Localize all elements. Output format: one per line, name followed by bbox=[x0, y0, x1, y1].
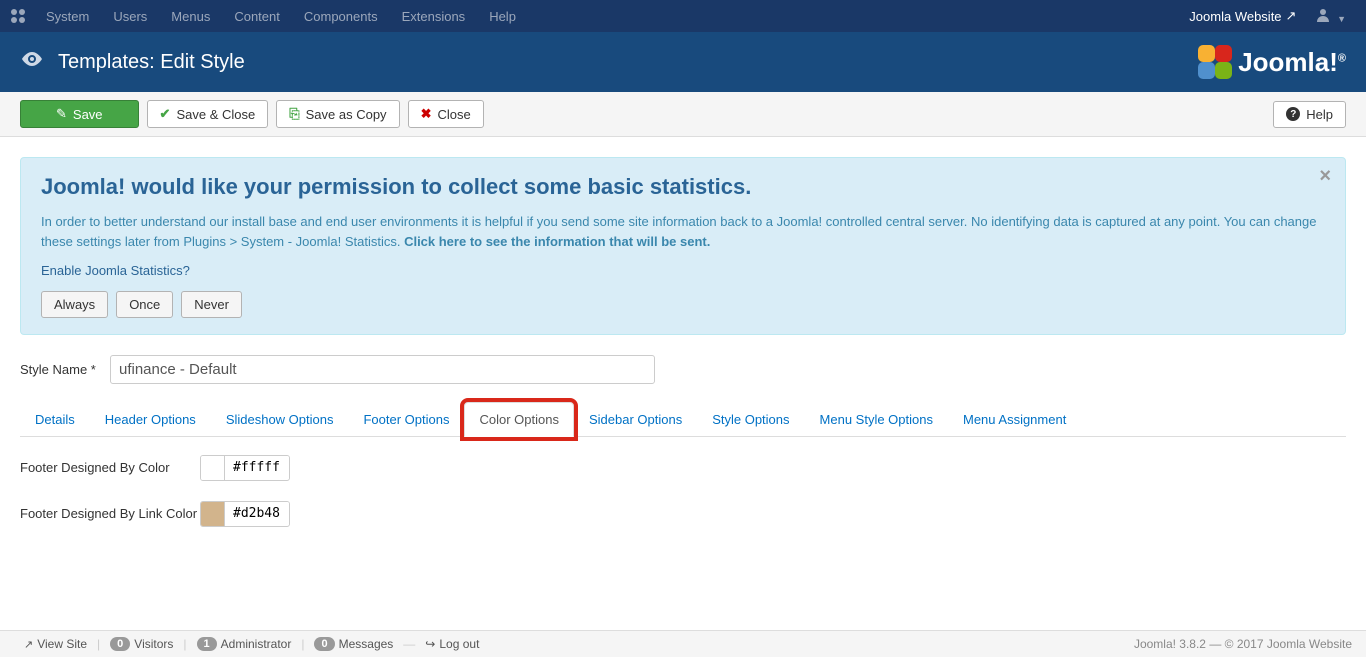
chevron-down-icon: ▼ bbox=[1337, 14, 1346, 24]
stats-once-button[interactable]: Once bbox=[116, 291, 173, 318]
toolbar: ✎ Save ✔ Save & Close ⎘ Save as Copy ✖ C… bbox=[0, 92, 1366, 137]
alert-enable-link[interactable]: Enable Joomla Statistics? bbox=[41, 261, 1325, 281]
close-icon: ✖ bbox=[421, 106, 432, 122]
external-link-icon bbox=[24, 637, 33, 651]
color-swatch[interactable] bbox=[201, 456, 225, 480]
copy-icon: ⎘ bbox=[289, 106, 299, 122]
tab-color-options[interactable]: Color Options bbox=[464, 402, 573, 437]
logout-link[interactable]: Log out bbox=[415, 637, 489, 651]
top-menu: System Users Menus Content Components Ex… bbox=[0, 0, 1366, 32]
footer-designed-by-link-color-label: Footer Designed By Link Color bbox=[20, 501, 200, 521]
footer-designed-by-color-label: Footer Designed By Color bbox=[20, 455, 200, 475]
eye-icon bbox=[20, 47, 44, 77]
save-copy-button[interactable]: ⎘ Save as Copy bbox=[276, 100, 399, 128]
save-button[interactable]: ✎ Save bbox=[20, 100, 139, 128]
admin-badge: 1 bbox=[197, 637, 217, 651]
page-title: Templates: Edit Style bbox=[58, 51, 245, 74]
tab-menu-assignment[interactable]: Menu Assignment bbox=[948, 402, 1081, 437]
tab-sidebar-options[interactable]: Sidebar Options bbox=[574, 402, 697, 437]
color-text-input[interactable] bbox=[225, 456, 289, 479]
joomla-icon bbox=[10, 8, 26, 24]
joomla-logo: Joomla!® bbox=[1198, 45, 1346, 79]
tab-details[interactable]: Details bbox=[20, 402, 90, 437]
alert-body: In order to better understand our instal… bbox=[41, 212, 1325, 251]
tab-menu-style-options[interactable]: Menu Style Options bbox=[805, 402, 948, 437]
messages-link[interactable]: 0 Messages bbox=[304, 637, 403, 651]
footer-designed-by-link-color-input[interactable] bbox=[200, 501, 290, 527]
menu-extensions[interactable]: Extensions bbox=[390, 0, 478, 32]
save-close-button[interactable]: ✔ Save & Close bbox=[147, 100, 269, 128]
stats-never-button[interactable]: Never bbox=[181, 291, 242, 318]
menu-users[interactable]: Users bbox=[101, 0, 159, 32]
tab-header-options[interactable]: Header Options bbox=[90, 402, 211, 437]
style-name-row: Style Name * bbox=[20, 355, 1346, 384]
tab-slideshow-options[interactable]: Slideshow Options bbox=[211, 402, 349, 437]
menu-system[interactable]: System bbox=[34, 0, 101, 32]
site-link[interactable]: Joomla Website ↗ bbox=[1179, 8, 1306, 24]
footer-designed-by-color-row: Footer Designed By Color bbox=[20, 455, 1346, 481]
alert-heading: Joomla! would like your permission to co… bbox=[41, 174, 1325, 200]
external-link-icon: ↗ bbox=[1286, 8, 1297, 24]
alert-body-link[interactable]: Click here to see the information that w… bbox=[404, 234, 710, 249]
messages-badge: 0 bbox=[314, 637, 334, 651]
footer-designed-by-link-color-row: Footer Designed By Link Color bbox=[20, 501, 1346, 527]
joomla-logo-icon bbox=[1198, 45, 1232, 79]
tab-footer-options[interactable]: Footer Options bbox=[348, 402, 464, 437]
menu-help[interactable]: Help bbox=[477, 0, 528, 32]
color-text-input[interactable] bbox=[225, 502, 289, 525]
menu-content[interactable]: Content bbox=[222, 0, 292, 32]
visitors-link[interactable]: 0 Visitors bbox=[100, 637, 183, 651]
alert-close-icon[interactable]: × bbox=[1319, 166, 1331, 186]
view-site-link[interactable]: View Site bbox=[14, 637, 97, 651]
header-bar: Templates: Edit Style Joomla!® bbox=[0, 32, 1366, 92]
question-icon: ? bbox=[1286, 107, 1300, 121]
tab-style-options[interactable]: Style Options bbox=[697, 402, 804, 437]
content-area: × Joomla! would like your permission to … bbox=[0, 137, 1366, 567]
style-name-label: Style Name * bbox=[20, 362, 110, 377]
menu-components[interactable]: Components bbox=[292, 0, 390, 32]
user-menu[interactable]: ▼ bbox=[1306, 8, 1356, 25]
stats-always-button[interactable]: Always bbox=[41, 291, 108, 318]
site-link-label: Joomla Website bbox=[1189, 9, 1281, 24]
style-name-input[interactable] bbox=[110, 355, 655, 384]
footer-version: Joomla! 3.8.2 — © 2017 Joomla Website bbox=[1134, 637, 1352, 651]
admin-footer: View Site | 0 Visitors | 1 Administrator… bbox=[0, 630, 1366, 657]
help-button[interactable]: ? Help bbox=[1273, 101, 1346, 128]
stats-alert: × Joomla! would like your permission to … bbox=[20, 157, 1346, 335]
menu-menus[interactable]: Menus bbox=[159, 0, 222, 32]
close-button[interactable]: ✖ Close bbox=[408, 100, 484, 128]
tabs: Details Header Options Slideshow Options… bbox=[20, 402, 1346, 437]
check-icon: ✔ bbox=[160, 106, 171, 122]
admin-link[interactable]: 1 Administrator bbox=[187, 637, 302, 651]
joomla-logo-text: Joomla!® bbox=[1238, 47, 1346, 78]
color-swatch[interactable] bbox=[201, 502, 225, 526]
visitors-badge: 0 bbox=[110, 637, 130, 651]
save-icon: ✎ bbox=[56, 106, 67, 122]
footer-designed-by-color-input[interactable] bbox=[200, 455, 290, 481]
logout-icon bbox=[425, 637, 435, 651]
